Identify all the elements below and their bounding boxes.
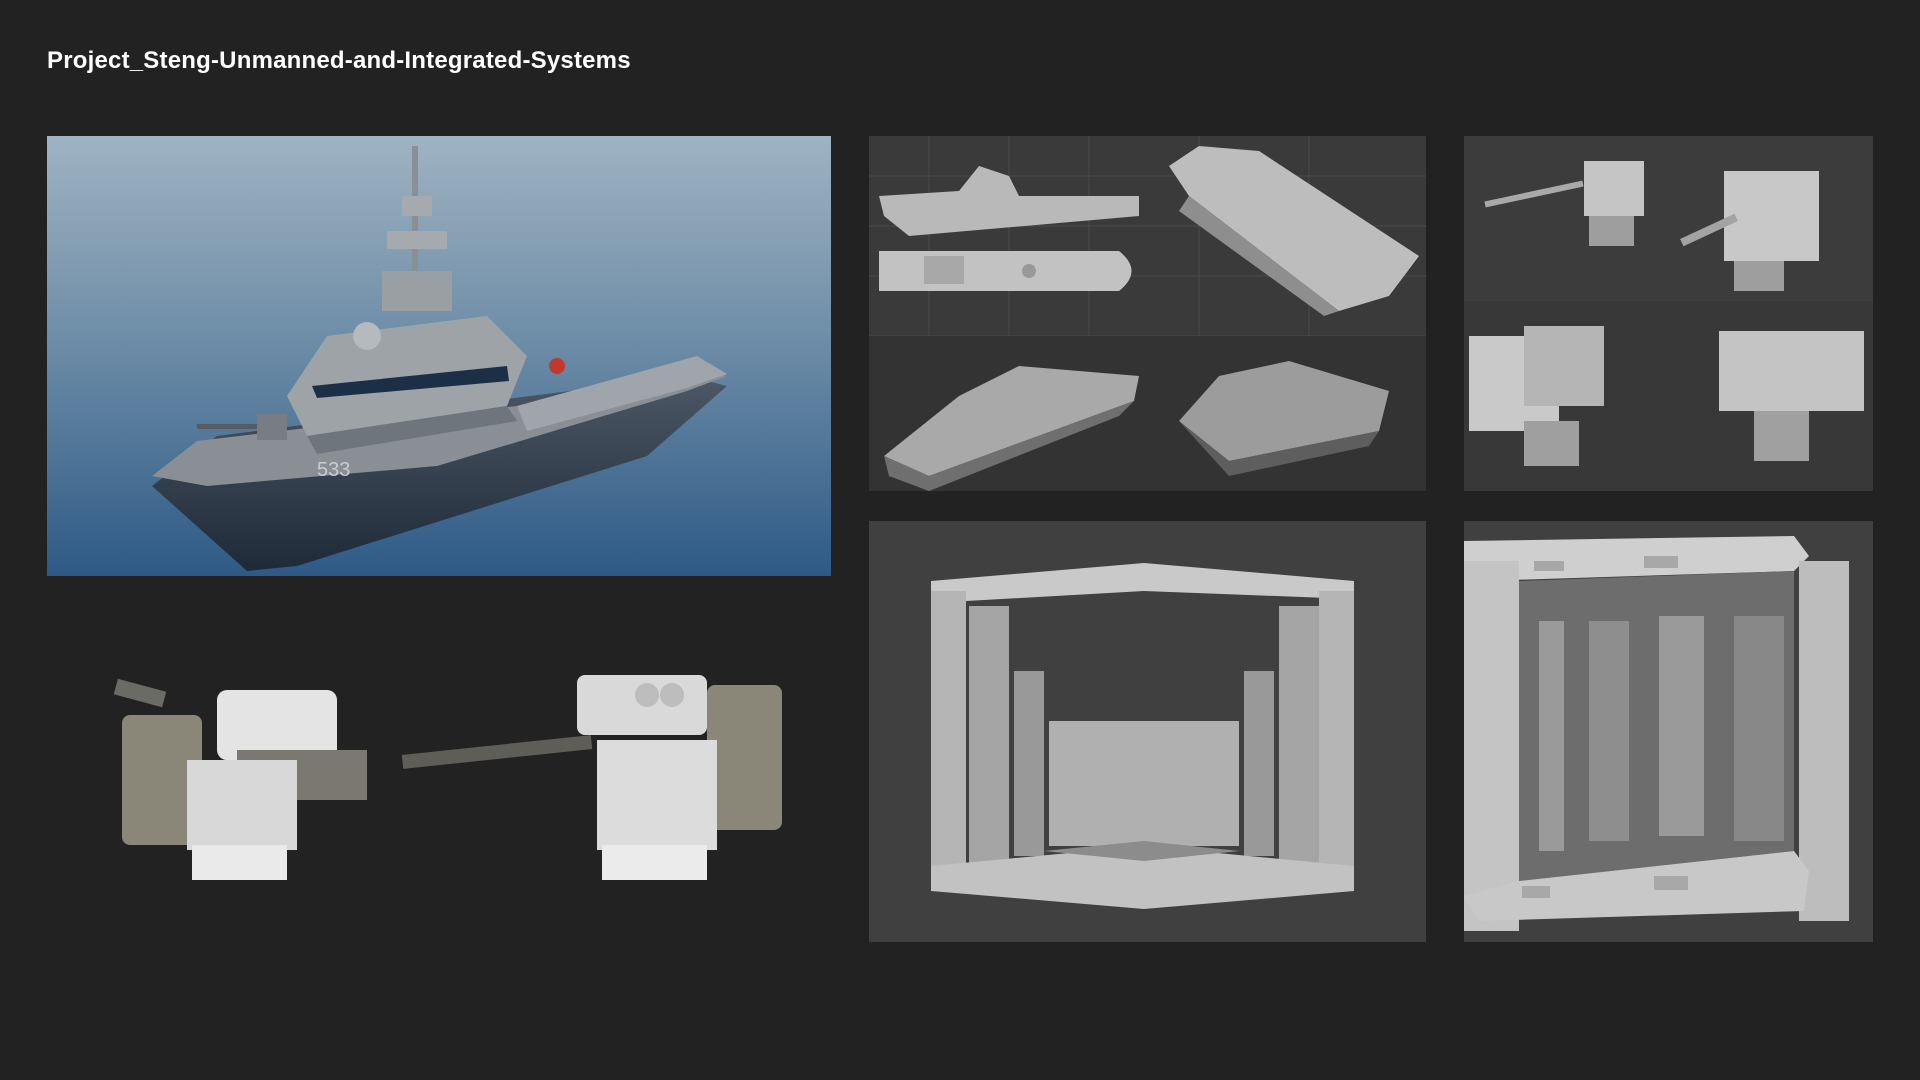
module-b-svg xyxy=(1464,521,1873,942)
hull-viewport-svg xyxy=(869,136,1426,491)
boat-render-image: 533 xyxy=(47,136,831,576)
page-title: Project_Steng-Unmanned-and-Integrated-Sy… xyxy=(47,47,631,74)
hull-number: 533 xyxy=(317,459,350,481)
module-corridor-render-b xyxy=(1464,521,1873,942)
turret-render-svg xyxy=(47,640,831,920)
boat-render-svg: 533 xyxy=(47,136,831,576)
turret-grey-models-image xyxy=(1464,136,1873,491)
turret-render-image xyxy=(47,640,831,920)
module-a-svg xyxy=(869,521,1426,942)
module-corridor-render-a xyxy=(869,521,1426,942)
turret-grey-svg xyxy=(1464,136,1873,491)
hull-viewport-image xyxy=(869,136,1426,491)
portfolio-page: Project_Steng-Unmanned-and-Integrated-Sy… xyxy=(0,0,1920,1080)
